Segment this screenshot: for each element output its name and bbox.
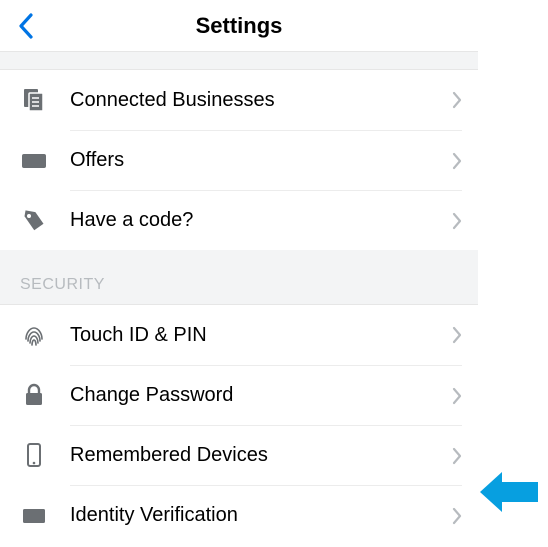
chevron-right-icon (452, 212, 462, 230)
page-title: Settings (196, 13, 283, 39)
lock-icon (20, 381, 48, 409)
section-header-security: SECURITY (0, 250, 478, 305)
row-label: Remembered Devices (70, 444, 444, 467)
chevron-right-icon (452, 387, 462, 405)
row-change-password[interactable]: Change Password (0, 365, 478, 425)
back-button[interactable] (6, 0, 46, 51)
chevron-right-icon (452, 507, 462, 525)
row-touch-id-pin[interactable]: Touch ID & PIN (0, 305, 478, 365)
phone-icon (20, 441, 48, 469)
section-gap (0, 52, 478, 70)
row-label: Identity Verification (70, 504, 444, 527)
row-have-a-code[interactable]: Have a code? (0, 190, 478, 250)
documents-icon (20, 86, 48, 114)
fingerprint-icon (20, 321, 48, 349)
nav-header: Settings (0, 0, 478, 52)
row-label: Touch ID & PIN (70, 324, 444, 347)
tag-icon (20, 206, 48, 234)
chevron-left-icon (18, 13, 34, 39)
chevron-right-icon (452, 326, 462, 344)
chevron-right-icon (452, 152, 462, 170)
card-icon (20, 501, 48, 529)
row-remembered-devices[interactable]: Remembered Devices (0, 425, 478, 485)
annotation-arrow-icon (480, 472, 540, 512)
row-label: Have a code? (70, 209, 444, 232)
row-label: Change Password (70, 384, 444, 407)
row-label: Offers (70, 149, 444, 172)
row-offers[interactable]: Offers (0, 130, 478, 190)
row-connected-businesses[interactable]: Connected Businesses (0, 70, 478, 130)
chevron-right-icon (452, 447, 462, 465)
row-identity-verification[interactable]: Identity Verification (0, 485, 478, 545)
chevron-right-icon (452, 91, 462, 109)
row-label: Connected Businesses (70, 89, 444, 112)
folder-icon (20, 146, 48, 174)
settings-screen: Settings Connected Businesses (0, 0, 478, 547)
